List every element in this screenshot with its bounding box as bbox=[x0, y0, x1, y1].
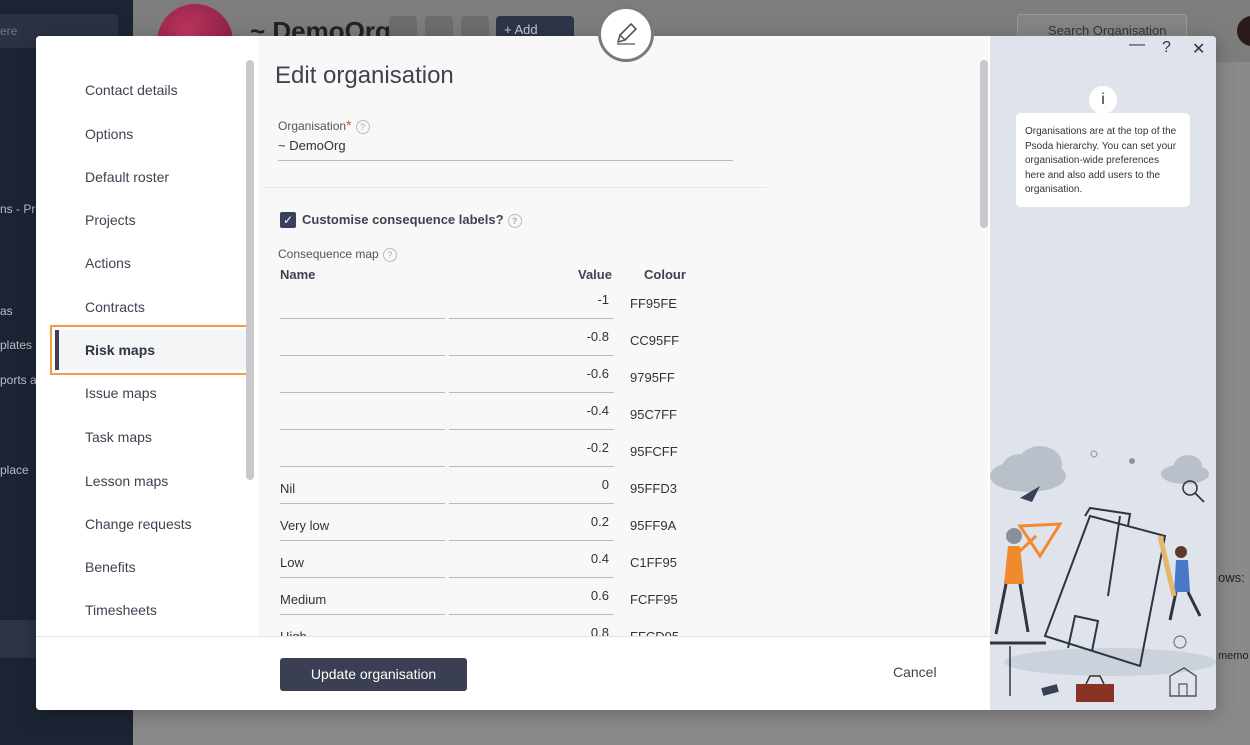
consequence-value-input[interactable]: -1 bbox=[449, 292, 609, 307]
nav-item-timesheets[interactable]: Timesheets bbox=[85, 602, 157, 618]
minimize-button[interactable]: — bbox=[1129, 36, 1145, 54]
input-underline bbox=[280, 577, 445, 578]
input-underline bbox=[449, 540, 614, 541]
modal-content: Contact details Options Default roster P… bbox=[36, 36, 990, 710]
help-icon[interactable]: ? bbox=[382, 247, 397, 262]
input-underline bbox=[280, 503, 445, 504]
consequence-name-input[interactable]: Nil bbox=[280, 481, 445, 496]
background-text: memo bbox=[1218, 650, 1249, 662]
organisation-input-underline bbox=[278, 160, 733, 161]
organisation-label: Organisation*? bbox=[278, 117, 370, 134]
consequence-name-input[interactable]: Medium bbox=[280, 592, 445, 607]
update-organisation-button[interactable]: Update organisation bbox=[280, 658, 467, 691]
required-marker: * bbox=[346, 117, 352, 133]
consequence-colour-value[interactable]: C1FF95 bbox=[630, 555, 677, 570]
nav-item-lesson-maps[interactable]: Lesson maps bbox=[85, 473, 168, 489]
nav-item-task-maps[interactable]: Task maps bbox=[85, 429, 152, 445]
info-bubble: Organisations are at the top of the Psod… bbox=[1016, 113, 1190, 207]
input-underline bbox=[449, 355, 614, 356]
nav-item-projects[interactable]: Projects bbox=[85, 212, 136, 228]
nav-item-contact-details[interactable]: Contact details bbox=[85, 82, 178, 98]
input-underline bbox=[280, 318, 445, 319]
page-title: Edit organisation bbox=[275, 62, 454, 89]
customise-consequence-label: Customise consequence labels?? bbox=[302, 212, 522, 228]
cancel-button[interactable]: Cancel bbox=[893, 664, 937, 680]
input-underline bbox=[449, 466, 614, 467]
nav-item-actions[interactable]: Actions bbox=[85, 255, 131, 271]
consequence-colour-value[interactable]: FF95FE bbox=[630, 296, 677, 311]
consequence-value-input[interactable]: 0 bbox=[449, 477, 609, 492]
nav-item-options[interactable]: Options bbox=[85, 126, 133, 142]
edit-pencil-badge bbox=[598, 6, 654, 62]
section-divider bbox=[263, 187, 767, 188]
consequence-value-input[interactable]: 0.6 bbox=[449, 588, 609, 603]
edit-organisation-form: Edit organisation Organisation*? ~ DemoO… bbox=[258, 36, 988, 636]
pencil-icon bbox=[617, 23, 637, 45]
input-underline bbox=[449, 318, 614, 319]
help-icon[interactable]: ? bbox=[507, 213, 522, 228]
column-header-value: Value bbox=[578, 267, 612, 282]
background-sidebar-item: plates bbox=[0, 338, 33, 352]
input-underline bbox=[280, 355, 445, 356]
close-button[interactable]: ✕ bbox=[1192, 39, 1205, 59]
consequence-value-input[interactable]: 0.4 bbox=[449, 551, 609, 566]
input-underline bbox=[280, 429, 445, 430]
input-underline bbox=[449, 392, 614, 393]
help-icon[interactable]: ? bbox=[355, 119, 370, 134]
input-underline bbox=[449, 429, 614, 430]
nav-item-issue-maps[interactable]: Issue maps bbox=[85, 385, 157, 401]
consequence-colour-value[interactable]: CC95FF bbox=[630, 333, 679, 348]
nav-item-default-roster[interactable]: Default roster bbox=[85, 169, 169, 185]
background-text: ows: bbox=[1218, 570, 1245, 585]
consequence-name-input[interactable]: Low bbox=[280, 555, 445, 570]
column-header-colour: Colour bbox=[644, 267, 686, 282]
nav-scrollbar[interactable] bbox=[246, 60, 254, 480]
consequence-colour-value[interactable]: 95FCFF bbox=[630, 444, 678, 459]
consequence-value-input[interactable]: 0.8 bbox=[449, 625, 609, 636]
consequence-name-input[interactable]: Very low bbox=[280, 518, 445, 533]
consequence-colour-value[interactable]: 9795FF bbox=[630, 370, 675, 385]
nav-item-benefits[interactable]: Benefits bbox=[85, 559, 136, 575]
input-underline bbox=[449, 577, 614, 578]
consequence-colour-value[interactable]: 95C7FF bbox=[630, 407, 677, 422]
consequence-value-input[interactable]: -0.4 bbox=[449, 403, 609, 418]
consequence-value-input[interactable]: -0.6 bbox=[449, 366, 609, 381]
nav-item-change-requests[interactable]: Change requests bbox=[85, 516, 192, 532]
form-scrollbar[interactable] bbox=[980, 60, 988, 228]
background-sidebar-item: ports a bbox=[0, 373, 37, 387]
input-underline bbox=[449, 614, 614, 615]
info-icon: i bbox=[1089, 86, 1117, 114]
background-sidebar-item: place bbox=[0, 463, 29, 477]
input-underline bbox=[449, 503, 614, 504]
background-sidebar-item: as bbox=[0, 304, 13, 318]
modal-footer: Update organisation Cancel bbox=[36, 636, 990, 710]
nav-item-risk-maps[interactable]: Risk maps bbox=[85, 342, 155, 358]
consequence-colour-value[interactable]: 95FFD3 bbox=[630, 481, 677, 496]
column-header-name: Name bbox=[280, 267, 316, 282]
organisation-input[interactable]: ~ DemoOrg bbox=[278, 138, 346, 153]
consequence-value-input[interactable]: 0.2 bbox=[449, 514, 609, 529]
consequence-map-label: Consequence map? bbox=[278, 247, 397, 262]
nav-item-contracts[interactable]: Contracts bbox=[85, 299, 145, 315]
consequence-value-input[interactable]: -0.8 bbox=[449, 329, 609, 344]
consequence-colour-value[interactable]: FCFF95 bbox=[630, 592, 678, 607]
consequence-colour-value[interactable]: 95FF9A bbox=[630, 518, 676, 533]
consequence-colour-value[interactable]: FFCD95 bbox=[630, 629, 679, 636]
help-button[interactable]: ? bbox=[1162, 39, 1171, 57]
input-underline bbox=[280, 614, 445, 615]
consequence-value-input[interactable]: -0.2 bbox=[449, 440, 609, 455]
input-underline bbox=[280, 392, 445, 393]
customise-consequence-checkbox[interactable]: ✓ bbox=[280, 212, 296, 228]
input-underline bbox=[280, 540, 445, 541]
input-underline bbox=[280, 466, 445, 467]
consequence-name-input[interactable]: High bbox=[280, 629, 445, 636]
